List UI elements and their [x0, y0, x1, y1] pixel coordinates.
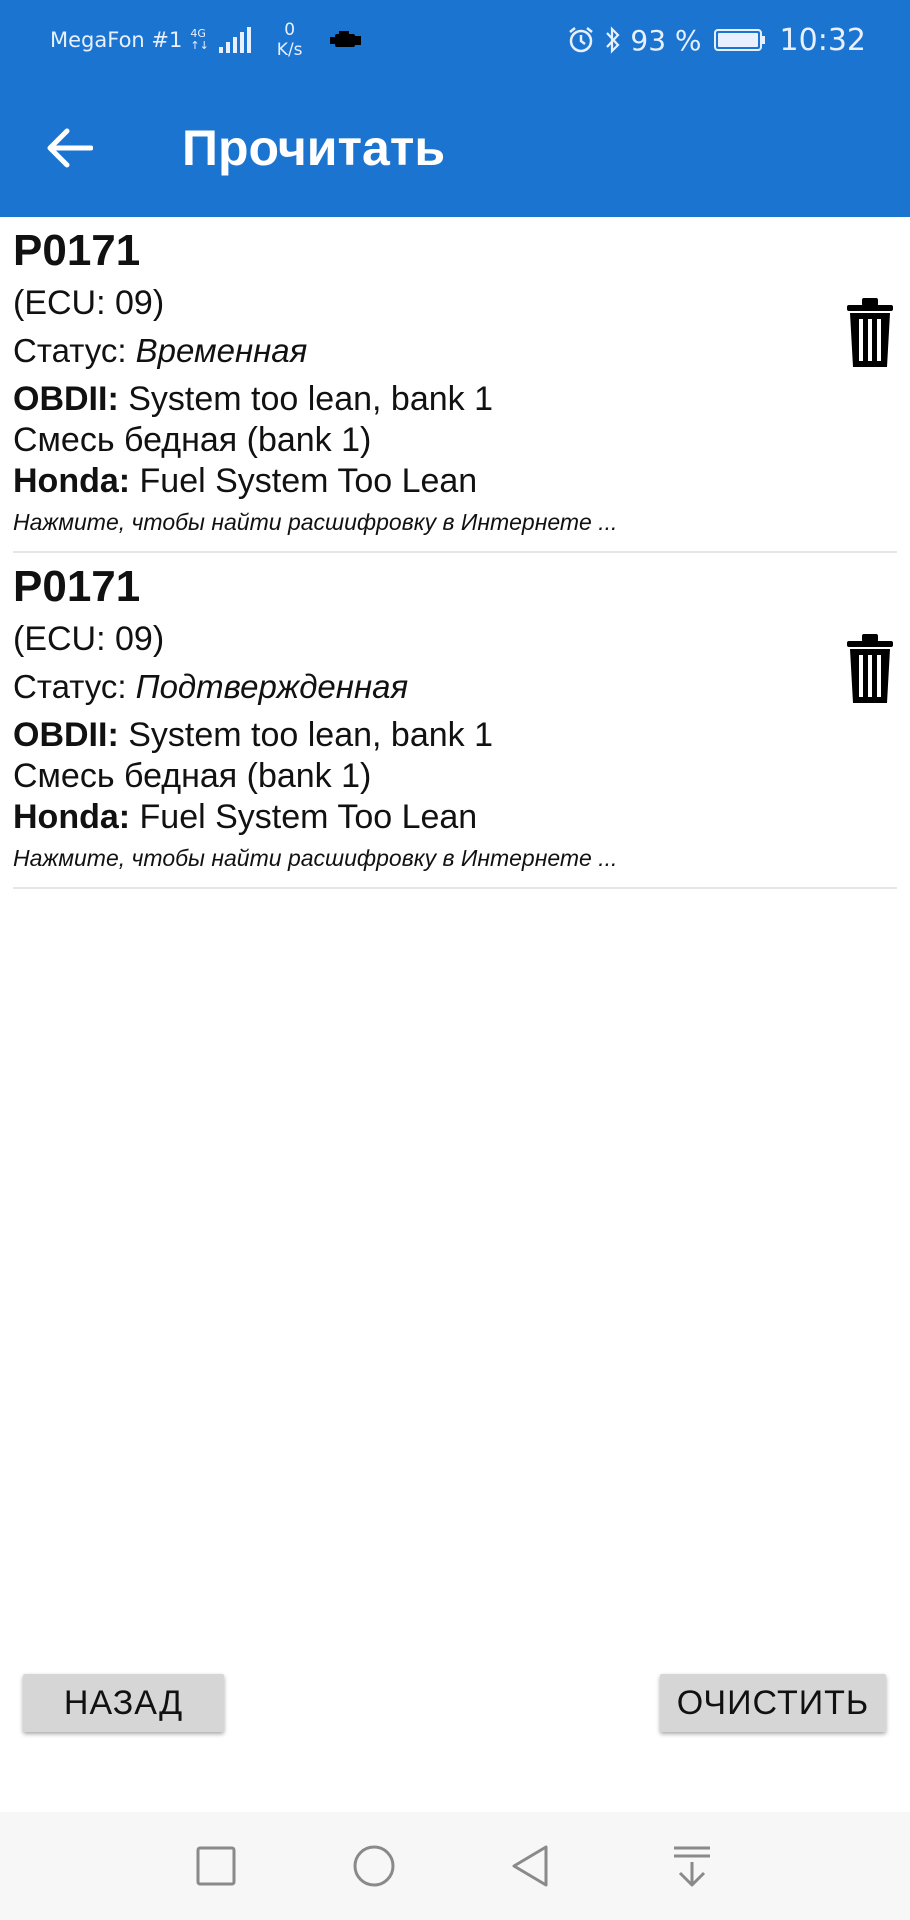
dtc-obd-text: System too lean, bank 1 — [118, 716, 493, 754]
check-engine-icon — [329, 31, 361, 47]
back-arrow-button[interactable] — [38, 116, 102, 180]
dtc-mfr-text: Fuel System Too Lean — [130, 798, 478, 836]
status-left: MegaFon #1 4G ↑↓ 0 K/s — [50, 20, 363, 60]
dtc-status-label: Статус: — [13, 332, 136, 369]
dtc-mfr-text: Fuel System Too Lean — [130, 462, 478, 500]
dtc-ecu: (ECU: 09) — [13, 284, 165, 322]
clear-button[interactable]: ОЧИСТИТЬ — [660, 1674, 886, 1732]
dtc-manufacturer-description: Honda: Fuel System Too Lean — [13, 795, 477, 839]
trash-icon[interactable] — [843, 297, 897, 369]
network-speed-value: 0 — [284, 20, 296, 40]
dtc-obd-label: OBDII: — [13, 716, 119, 754]
app-bar: Прочитать — [0, 78, 910, 217]
dtc-obd-description-ru: Смесь бедная (bank 1) — [13, 757, 372, 795]
dtc-search-hint: Нажмите, чтобы найти расшифровку в Интер… — [13, 509, 618, 535]
network-speed: 0 K/s — [277, 20, 303, 60]
dtc-code: P0171 — [13, 226, 141, 275]
dtc-status-value: Временная — [135, 332, 308, 369]
battery-icon — [713, 29, 765, 51]
navigation-bar — [0, 1812, 910, 1920]
dtc-status: Статус: Временная — [13, 329, 307, 373]
dtc-status-value: Подтвержденная — [135, 668, 409, 705]
dtc-code: P0171 — [13, 562, 141, 611]
page-title: Прочитать — [182, 120, 446, 176]
network-activity-label: ↑↓ — [190, 39, 209, 52]
dtc-manufacturer-description: Honda: Fuel System Too Lean — [13, 459, 477, 503]
network-type: 4G ↑↓ — [190, 28, 208, 52]
dtc-obd-description: OBDII: System too lean, bank 1 — [13, 377, 493, 421]
dtc-list-item[interactable]: P0171 (ECU: 09) Статус: Подтвержденная O… — [13, 553, 897, 889]
dtc-ecu: (ECU: 09) — [13, 620, 165, 658]
dtc-obd-description-ru: Смесь бедная (bank 1) — [13, 421, 372, 459]
status-bar: MegaFon #1 4G ↑↓ 0 K/s 93 % 10:32 — [0, 0, 910, 78]
bluetooth-icon — [606, 26, 620, 54]
trash-icon[interactable] — [843, 633, 897, 705]
dtc-search-hint: Нажмите, чтобы найти расшифровку в Интер… — [13, 845, 618, 871]
dtc-obd-text: System too lean, bank 1 — [118, 380, 493, 418]
dtc-status: Статус: Подтвержденная — [13, 665, 408, 709]
carrier-name: MegaFon #1 — [50, 28, 183, 52]
square-recents-icon[interactable] — [192, 1842, 240, 1890]
battery-percent: 93 % — [630, 23, 702, 57]
signal-strength-icon — [218, 27, 251, 53]
dtc-mfr-label: Honda: — [13, 798, 131, 836]
back-button[interactable]: НАЗАД — [23, 1674, 224, 1732]
clock: 10:32 — [779, 22, 866, 58]
status-right: 93 % 10:32 — [566, 20, 866, 60]
dtc-obd-label: OBDII: — [13, 380, 119, 418]
dtc-obd-description: OBDII: System too lean, bank 1 — [13, 713, 493, 757]
dtc-mfr-label: Honda: — [13, 462, 131, 500]
triangle-back-icon[interactable] — [508, 1842, 556, 1890]
network-speed-unit: K/s — [276, 40, 303, 60]
screen: MegaFon #1 4G ↑↓ 0 K/s 93 % 10:32 Прочит… — [0, 0, 910, 1920]
dtc-status-label: Статус: — [13, 668, 136, 705]
notification-pull-icon[interactable] — [668, 1842, 716, 1890]
arrow-back-icon — [47, 128, 93, 168]
dtc-list: P0171 (ECU: 09) Статус: Временная OBDII:… — [0, 217, 910, 889]
circle-home-icon[interactable] — [350, 1842, 398, 1890]
dtc-list-item[interactable]: P0171 (ECU: 09) Статус: Временная OBDII:… — [13, 217, 897, 553]
alarm-icon — [569, 27, 594, 53]
